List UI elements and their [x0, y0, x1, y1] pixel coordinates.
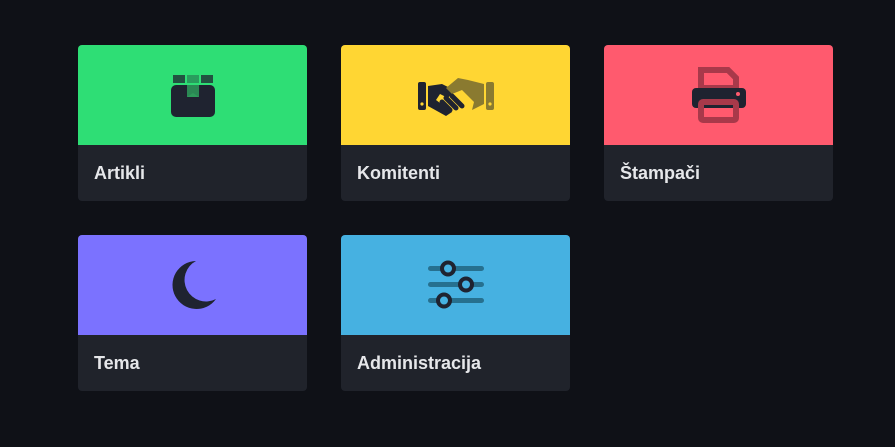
tile-label: Štampači — [620, 162, 701, 183]
tile-artikli[interactable]: Artikli — [78, 45, 307, 201]
printer-icon — [690, 66, 748, 124]
tile-label: Komitenti — [357, 162, 440, 183]
tile-komitenti[interactable]: Komitenti — [341, 45, 570, 201]
tile-tema-header — [78, 235, 307, 335]
tile-tema[interactable]: Tema — [78, 235, 307, 391]
tile-artikli-header — [78, 45, 307, 145]
tile-label: Tema — [94, 352, 140, 373]
handshake-icon — [417, 74, 494, 116]
tile-administracija[interactable]: Administracija — [341, 235, 570, 391]
box-icon — [167, 69, 219, 121]
moon-icon — [168, 259, 218, 311]
tile-komitenti-header — [341, 45, 570, 145]
tile-label: Artikli — [94, 162, 146, 183]
dashboard-grid: Artikli Komitenti Štampači Tema Administ… — [78, 45, 833, 391]
tile-stampaci[interactable]: Štampači — [604, 45, 833, 201]
tile-stampaci-header — [604, 45, 833, 145]
tile-label: Administracija — [357, 352, 482, 373]
tile-administracija-header — [341, 235, 570, 335]
sliders-icon — [426, 260, 486, 310]
